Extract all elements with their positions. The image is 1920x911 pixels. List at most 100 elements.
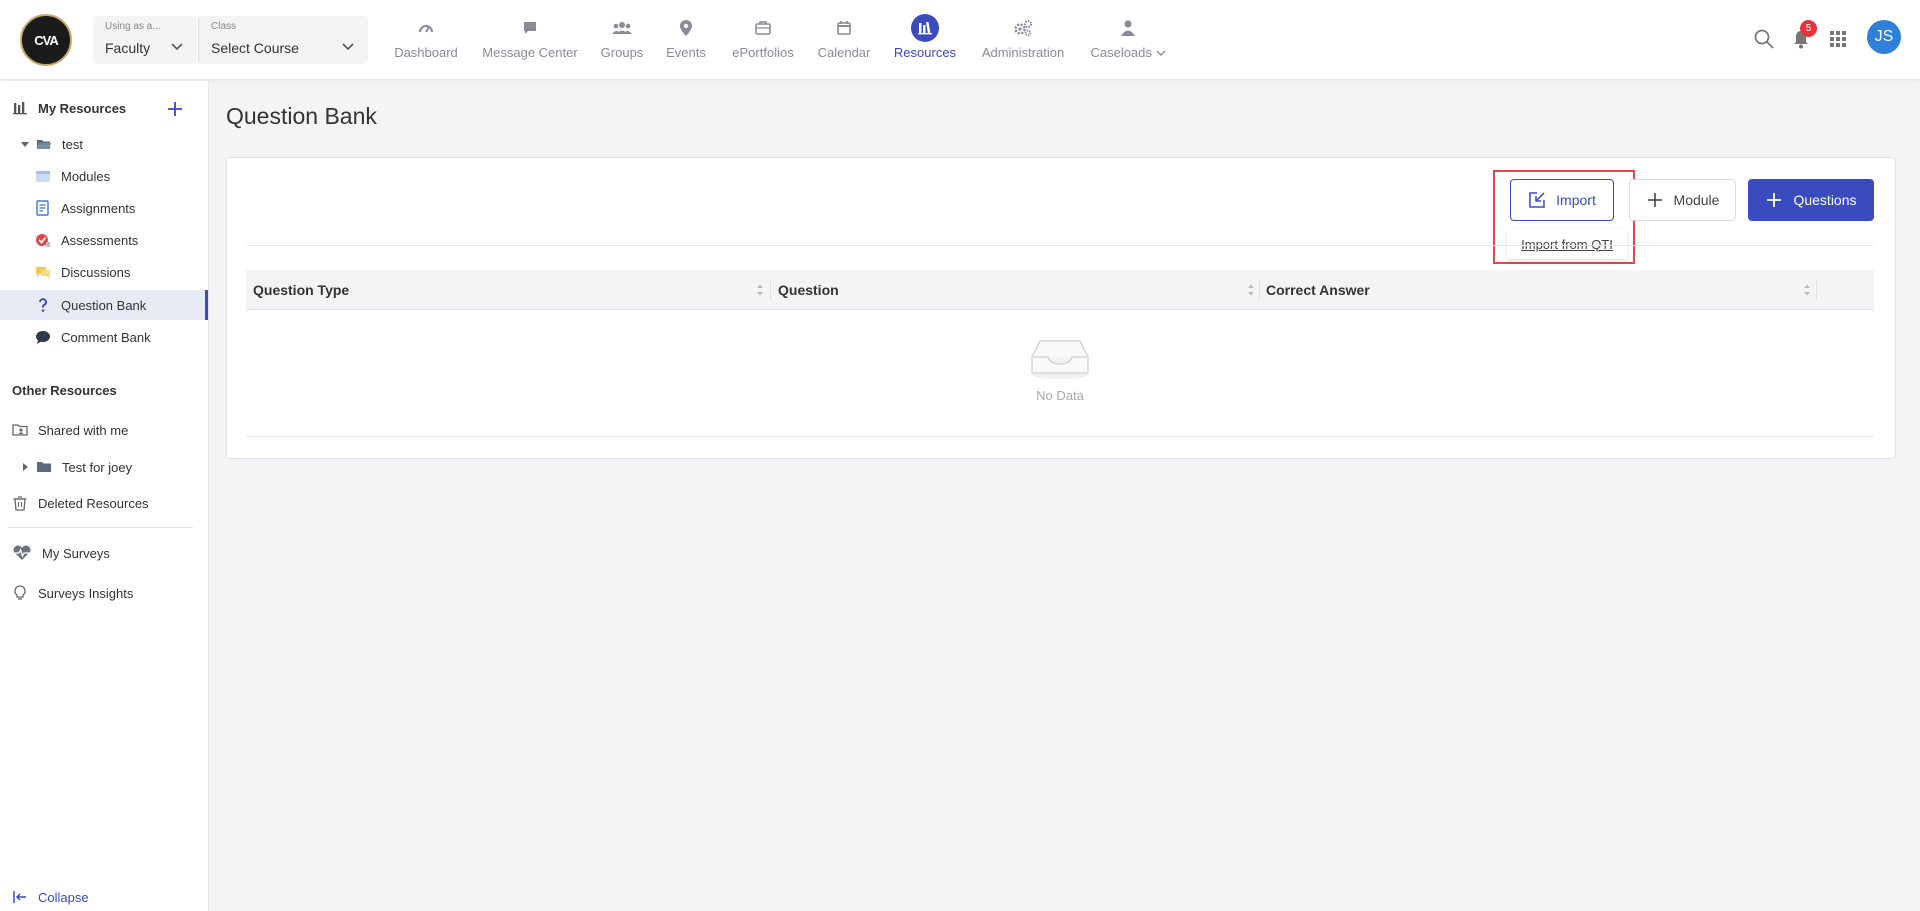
- comment-icon: [36, 331, 50, 344]
- nav-label: Caseloads: [1090, 45, 1166, 60]
- heart-pulse-icon: [13, 545, 31, 560]
- caret-right-icon: [23, 463, 28, 471]
- top-bar: CVA Using as a... Faculty Class Select C…: [0, 0, 1920, 80]
- chevron-down-icon: [1156, 50, 1166, 56]
- sidebar-item-label: My Surveys: [42, 545, 110, 561]
- plus-icon: [1767, 193, 1782, 207]
- sidebar-item-label: Assessments: [61, 232, 139, 248]
- nav-label: Administration: [981, 45, 1065, 60]
- empty-inbox-icon: [1031, 340, 1089, 379]
- nav-groups[interactable]: Groups: [598, 14, 646, 64]
- gauge-icon: [412, 14, 440, 42]
- avatar[interactable]: JS: [1867, 20, 1901, 54]
- question-icon: [39, 298, 47, 312]
- library-icon: [13, 102, 27, 115]
- nav-calendar[interactable]: Calendar: [815, 14, 873, 64]
- sidebar-item-label: Question Bank: [61, 297, 147, 313]
- shared-folder-icon: [12, 424, 28, 436]
- column-header-question[interactable]: Question: [778, 270, 839, 310]
- sort-icon[interactable]: [1802, 283, 1812, 297]
- nav-message-center[interactable]: Message Center: [480, 14, 580, 64]
- column-header-question-type[interactable]: Question Type: [253, 270, 349, 310]
- my-resources-label: My Resources: [38, 100, 127, 116]
- column-separator: [1816, 280, 1817, 300]
- calendar-icon: [830, 14, 858, 42]
- table-bottom-border: [246, 436, 1874, 437]
- nav-label: Events: [666, 45, 706, 60]
- app-logo[interactable]: CVA: [20, 14, 72, 66]
- lightbulb-icon: [14, 585, 26, 600]
- sidebar-folder-test[interactable]: test: [0, 129, 208, 159]
- sidebar-item-deleted-resources[interactable]: Deleted Resources: [0, 488, 208, 518]
- add-module-button[interactable]: Module: [1629, 179, 1736, 221]
- page-title: Question Bank: [226, 103, 377, 129]
- assessment-icon: [36, 234, 50, 247]
- sort-icon[interactable]: [755, 283, 765, 297]
- search-icon[interactable]: [1753, 28, 1775, 50]
- modules-icon: [36, 171, 50, 182]
- role-selector-value: Faculty: [105, 40, 151, 56]
- sidebar-collapse-button[interactable]: Collapse: [0, 882, 208, 911]
- sidebar-item-label: Comment Bank: [61, 329, 151, 345]
- class-selector-value: Select Course: [211, 40, 299, 56]
- location-pin-icon: [672, 14, 700, 42]
- notification-badge: 5: [1800, 20, 1817, 37]
- users-icon: [608, 14, 636, 42]
- sidebar-item-comment-bank[interactable]: Comment Bank: [0, 322, 208, 352]
- sidebar-item-assignments[interactable]: Assignments: [0, 193, 208, 223]
- sort-icon[interactable]: [1246, 283, 1256, 297]
- nav-administration[interactable]: Administration: [978, 14, 1068, 64]
- import-label: Import: [1556, 192, 1596, 208]
- sidebar-item-question-bank[interactable]: Question Bank: [0, 290, 208, 320]
- nav-events[interactable]: Events: [664, 14, 708, 64]
- nav-label: Message Center: [482, 45, 578, 60]
- gears-icon: [1009, 14, 1037, 42]
- sidebar-item-shared-with-me[interactable]: Shared with me: [0, 415, 208, 445]
- empty-state-text: No Data: [1036, 388, 1084, 403]
- sidebar-folder-test-for-joey[interactable]: Test for joey: [0, 452, 208, 482]
- sidebar-item-assessments[interactable]: Assessments: [0, 225, 208, 255]
- import-button[interactable]: Import: [1510, 179, 1614, 221]
- briefcase-icon: [749, 14, 777, 42]
- sidebar-item-label: Discussions: [61, 264, 131, 280]
- sidebar-item-label: Modules: [61, 168, 111, 184]
- role-selector[interactable]: Using as a... Faculty: [93, 16, 197, 64]
- add-questions-button[interactable]: Questions: [1748, 179, 1874, 221]
- role-selector-caption: Using as a...: [105, 21, 161, 32]
- add-resource-icon[interactable]: [167, 101, 183, 117]
- sidebar-item-label: Test for joey: [62, 459, 133, 475]
- assignment-icon: [36, 200, 49, 216]
- nav-label: Dashboard: [394, 45, 458, 60]
- class-selector[interactable]: Class Select Course: [198, 16, 368, 64]
- discussion-icon: [36, 267, 50, 279]
- sidebar-item-my-surveys[interactable]: My Surveys: [0, 538, 208, 568]
- sidebar: My Resources test Modules Assignments As…: [0, 81, 209, 911]
- nav-caseloads[interactable]: Caseloads: [1088, 14, 1168, 64]
- column-separator: [1259, 280, 1260, 300]
- person-icon: [1114, 14, 1142, 42]
- apps-grid-icon[interactable]: [1827, 28, 1849, 50]
- folder-icon: [37, 462, 51, 472]
- nav-label: Calendar: [817, 45, 871, 60]
- nav-resources[interactable]: Resources: [892, 14, 958, 64]
- sidebar-item-modules[interactable]: Modules: [0, 161, 208, 191]
- nav-label: ePortfolios: [732, 45, 794, 60]
- chevron-down-icon: [342, 43, 354, 51]
- library-icon: [911, 14, 939, 42]
- folder-open-icon: [37, 140, 51, 149]
- trash-icon: [13, 496, 27, 511]
- table-header: Question Type Question Correct Answer: [246, 270, 1874, 310]
- chevron-down-icon: [171, 43, 183, 51]
- import-from-qti-option[interactable]: Import from QTI: [1507, 229, 1627, 259]
- nav-dashboard[interactable]: Dashboard: [392, 14, 460, 64]
- sidebar-item-label: Assignments: [61, 200, 136, 216]
- plus-icon: [1647, 193, 1662, 207]
- sidebar-item-discussions[interactable]: Discussions: [0, 257, 208, 287]
- nav-eportfolios[interactable]: ePortfolios: [728, 14, 798, 64]
- sidebar-item-label: Surveys Insights: [38, 585, 134, 601]
- sidebar-item-surveys-insights[interactable]: Surveys Insights: [0, 578, 208, 608]
- column-header-correct-answer[interactable]: Correct Answer: [1266, 270, 1370, 310]
- sidebar-divider: [8, 527, 193, 528]
- import-icon: [1529, 192, 1545, 208]
- module-label: Module: [1673, 192, 1720, 208]
